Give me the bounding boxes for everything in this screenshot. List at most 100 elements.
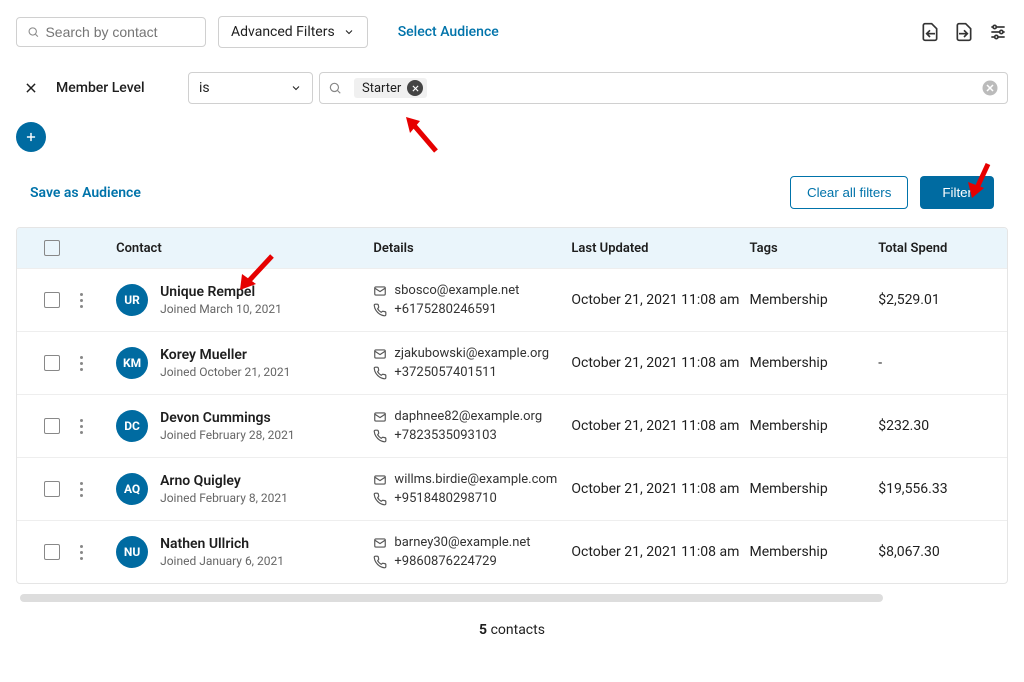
save-as-audience-link[interactable]: Save as Audience [30,185,141,201]
clear-input-icon[interactable] [981,79,999,97]
filter-value-chip: Starter [354,78,427,98]
col-tags-header[interactable]: Tags [750,241,879,256]
mail-icon [373,284,387,298]
contacts-table: Contact Details Last Updated Tags Total … [16,227,1008,584]
contact-joined: Joined October 21, 2021 [160,365,290,379]
chip-remove-button[interactable] [407,80,423,96]
filter-action-row: Save as Audience Clear all filters Filte… [16,176,1008,209]
col-details-header[interactable]: Details [373,241,571,256]
select-audience-link[interactable]: Select Audience [398,24,499,40]
contact-phone: +7823535093103 [394,428,496,443]
contact-email: sbosco@example.net [394,283,519,298]
advanced-filters-label: Advanced Filters [231,24,335,40]
contact-joined: Joined January 6, 2021 [160,554,284,568]
contact-joined: Joined March 10, 2021 [160,302,282,316]
row-checkbox[interactable] [44,292,60,308]
col-updated-header[interactable]: Last Updated [571,241,749,256]
contact-joined: Joined February 28, 2021 [160,428,295,442]
contact-email: daphnee82@example.org [394,409,542,424]
row-checkbox[interactable] [44,355,60,371]
import-icon[interactable] [954,22,974,42]
contact-email: zjakubowski@example.org [394,346,549,361]
clear-all-filters-button[interactable]: Clear all filters [790,176,908,209]
search-icon [328,81,342,95]
row-actions-menu[interactable] [76,352,116,375]
row-checkbox[interactable] [44,481,60,497]
contact-phone: +9518480298710 [394,491,496,506]
contact-tags: Membership [750,292,879,308]
filter-condition-row: Member Level is Starter [16,72,1008,104]
contact-updated: October 21, 2021 11:08 am [571,418,749,434]
horizontal-scrollbar[interactable] [20,594,883,602]
close-icon [411,84,420,93]
filter-value-input[interactable]: Starter [319,72,1008,104]
contact-name[interactable]: Devon Cummings [160,410,295,426]
contact-email: willms.birdie@example.com [394,472,557,487]
table-row: NUNathen UllrichJoined January 6, 2021ba… [17,520,1007,583]
contact-name[interactable]: Unique Rempel [160,284,282,300]
contact-spend: $19,556.33 [878,481,997,497]
mail-icon [373,536,387,550]
table-row: DC Devon Cummings Joined February 28, 2021… [17,394,1007,457]
top-right-icons [920,22,1008,42]
phone-icon [373,366,387,380]
contact-joined: Joined February 8, 2021 [160,491,288,505]
contact-spend: $232.30 [878,418,997,434]
col-contact-header[interactable]: Contact [116,241,373,256]
export-icon[interactable] [920,22,940,42]
table-row: AQArno QuigleyJoined February 8, 2021wil… [17,457,1007,520]
contact-count: 5 contacts [16,622,1008,638]
contact-updated: October 21, 2021 11:08 am [571,355,749,371]
contact-updated: October 21, 2021 11:08 am [571,544,749,560]
search-contact-input[interactable] [45,24,195,40]
table-row: KMKorey MuellerJoined October 21, 2021zj… [17,331,1007,394]
plus-icon [24,130,38,144]
advanced-filters-button[interactable]: Advanced Filters [218,16,368,48]
contact-tags: Membership [750,544,879,560]
contact-updated: October 21, 2021 11:08 am [571,481,749,497]
mail-icon [373,473,387,487]
filter-operator-value: is [199,80,210,96]
sliders-icon[interactable] [988,22,1008,42]
col-spend-header[interactable]: Total Spend [878,241,997,256]
contact-phone: +3725057401511 [394,365,496,380]
contact-phone: +6175280246591 [394,302,496,317]
row-checkbox[interactable] [44,418,60,434]
contact-spend: - [878,355,997,371]
select-all-checkbox[interactable] [44,240,60,256]
top-toolbar: Advanced Filters Select Audience [16,16,1008,48]
search-contact-input-wrap[interactable] [16,17,206,47]
contact-updated: October 21, 2021 11:08 am [571,292,749,308]
phone-icon [373,303,387,317]
row-actions-menu[interactable] [76,415,116,438]
search-icon [27,25,39,39]
contact-tags: Membership [750,418,879,434]
contact-name[interactable]: Korey Mueller [160,347,290,363]
contact-tags: Membership [750,481,879,497]
phone-icon [373,555,387,569]
annotation-arrow [396,111,446,165]
contact-tags: Membership [750,355,879,371]
avatar: UR [116,284,148,316]
chip-label: Starter [362,81,401,96]
avatar: NU [116,536,148,568]
filter-button[interactable]: Filter [920,176,994,209]
row-actions-menu[interactable] [76,541,116,564]
add-condition-button[interactable] [16,122,46,152]
mail-icon [373,410,387,424]
table-row: UR Unique Rempel Joined March 10, 2021 sbos… [17,268,1007,331]
remove-condition-button[interactable] [16,73,46,103]
avatar: DC [116,410,148,442]
mail-icon [373,347,387,361]
row-checkbox[interactable] [44,544,60,560]
contact-name[interactable]: Arno Quigley [160,473,288,489]
contact-phone: +9860876224729 [394,554,496,569]
contact-name[interactable]: Nathen Ullrich [160,536,284,552]
filter-operator-select[interactable]: is [188,72,313,104]
phone-icon [373,492,387,506]
row-actions-menu[interactable] [76,289,116,312]
phone-icon [373,429,387,443]
close-icon [24,81,38,95]
contact-spend: $2,529.01 [878,292,997,308]
row-actions-menu[interactable] [76,478,116,501]
